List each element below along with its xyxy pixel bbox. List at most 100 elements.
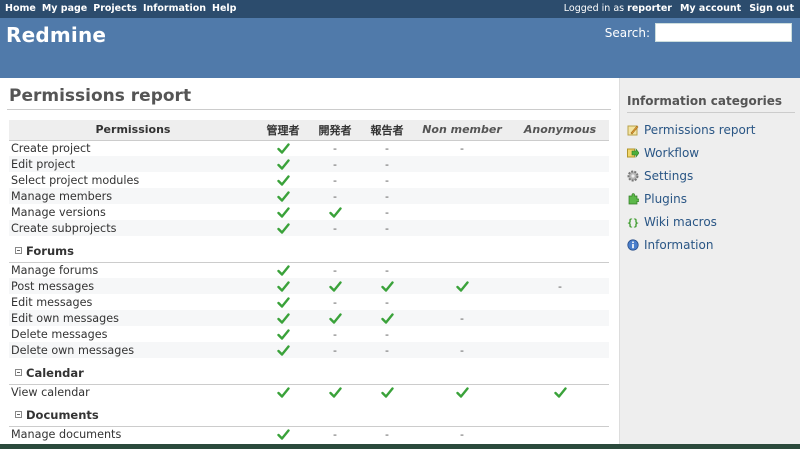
sidebar-item-label[interactable]: Workflow xyxy=(644,146,699,160)
permission-dash[interactable]: - xyxy=(361,172,413,188)
checkmark-icon[interactable] xyxy=(361,384,413,400)
permission-dash[interactable]: - xyxy=(413,426,511,442)
checkmark-icon[interactable] xyxy=(257,326,309,342)
checkmark-icon[interactable] xyxy=(309,278,361,294)
checkmark-icon[interactable] xyxy=(257,342,309,358)
checkmark-icon[interactable] xyxy=(309,310,361,326)
my-account-link[interactable]: My account xyxy=(680,3,741,14)
checkmark-icon[interactable] xyxy=(257,220,309,236)
checkmark-icon[interactable] xyxy=(257,140,309,156)
checkmark-icon[interactable] xyxy=(257,262,309,278)
permission-name[interactable]: Manage members xyxy=(9,188,257,204)
permission-name[interactable]: Delete own messages xyxy=(9,342,257,358)
checkmark-icon[interactable] xyxy=(257,310,309,326)
column-header-role-1[interactable]: 管理者 xyxy=(257,120,309,141)
checkmark-icon[interactable] xyxy=(257,426,309,442)
permission-dash[interactable]: - xyxy=(361,326,413,342)
permission-name[interactable]: Post messages xyxy=(9,278,257,294)
permission-dash[interactable]: - xyxy=(413,310,511,326)
menu-information-link[interactable]: Information xyxy=(143,3,206,14)
column-header-anonymous[interactable]: Anonymous xyxy=(511,120,609,141)
permission-row: Manage documents - - - xyxy=(9,426,609,442)
checkmark-icon[interactable] xyxy=(257,188,309,204)
permission-dash[interactable]: - xyxy=(361,342,413,358)
checkmark-icon[interactable] xyxy=(257,204,309,220)
permission-empty-cell xyxy=(511,140,609,156)
permission-row: Manage forums - - xyxy=(9,262,609,278)
permission-dash[interactable]: - xyxy=(309,188,361,204)
sidebar-item-plugins[interactable]: Plugins xyxy=(620,187,800,210)
column-header-role-3[interactable]: 報告者 xyxy=(361,120,413,141)
sidebar-item-label[interactable]: Settings xyxy=(644,169,693,183)
permission-dash[interactable]: - xyxy=(361,294,413,310)
permission-dash[interactable]: - xyxy=(361,140,413,156)
sidebar-item-label[interactable]: Information xyxy=(644,238,713,252)
permission-dash[interactable]: - xyxy=(361,262,413,278)
sidebar-item-label[interactable]: Plugins xyxy=(644,192,687,206)
checkmark-icon[interactable] xyxy=(309,384,361,400)
checkmark-icon[interactable] xyxy=(257,294,309,310)
menu-my-page-link[interactable]: My page xyxy=(42,3,87,14)
sidebar-item-settings[interactable]: Settings xyxy=(620,164,800,187)
permission-name[interactable]: Create project xyxy=(9,140,257,156)
permission-name[interactable]: Edit project xyxy=(9,156,257,172)
permission-dash[interactable]: - xyxy=(309,220,361,236)
permission-name[interactable]: Create subprojects xyxy=(9,220,257,236)
permission-dash[interactable]: - xyxy=(309,294,361,310)
permission-dash[interactable]: - xyxy=(413,140,511,156)
permission-dash[interactable]: - xyxy=(361,156,413,172)
sidebar-list: Permissions report Workflow Settings Plu… xyxy=(620,118,800,256)
collapse-icon[interactable] xyxy=(15,410,22,418)
checkmark-icon[interactable] xyxy=(309,204,361,220)
collapse-icon[interactable] xyxy=(15,368,22,376)
permission-dash[interactable]: - xyxy=(309,140,361,156)
checkmark-icon[interactable] xyxy=(257,384,309,400)
collapse-icon[interactable] xyxy=(15,246,22,254)
permission-dash[interactable]: - xyxy=(361,426,413,442)
permission-dash[interactable]: - xyxy=(309,172,361,188)
checkmark-icon[interactable] xyxy=(511,384,609,400)
permission-empty-cell xyxy=(511,326,609,342)
permission-name[interactable]: Delete messages xyxy=(9,326,257,342)
group-header-cell: Forums xyxy=(9,236,609,263)
checkmark-icon[interactable] xyxy=(257,172,309,188)
permission-dash[interactable]: - xyxy=(361,188,413,204)
sidebar-item-label[interactable]: Wiki macros xyxy=(644,215,717,229)
search-input[interactable] xyxy=(655,23,792,42)
permission-name[interactable]: Edit messages xyxy=(9,294,257,310)
column-header-role-2[interactable]: 開発者 xyxy=(309,120,361,141)
menu-projects-link[interactable]: Projects xyxy=(93,3,137,14)
checkmark-icon[interactable] xyxy=(361,310,413,326)
checkmark-icon[interactable] xyxy=(257,156,309,172)
permission-dash[interactable]: - xyxy=(413,342,511,358)
permission-dash[interactable]: - xyxy=(309,326,361,342)
menu-help-link[interactable]: Help xyxy=(212,3,236,14)
sidebar-item-permissions-report[interactable]: Permissions report xyxy=(620,118,800,141)
menu-home-link[interactable]: Home xyxy=(5,3,36,14)
logged-in-user[interactable]: reporter xyxy=(627,3,672,14)
column-header-non-member[interactable]: Non member xyxy=(413,120,511,141)
permission-dash[interactable]: - xyxy=(309,342,361,358)
permission-dash[interactable]: - xyxy=(309,262,361,278)
sidebar-item-information[interactable]: Information xyxy=(620,233,800,256)
permission-dash[interactable]: - xyxy=(309,156,361,172)
permission-name[interactable]: Manage documents xyxy=(9,426,257,442)
permission-dash[interactable]: - xyxy=(309,426,361,442)
checkmark-icon[interactable] xyxy=(413,384,511,400)
permission-name[interactable]: Manage versions xyxy=(9,204,257,220)
permission-dash[interactable]: - xyxy=(511,278,609,294)
permission-dash[interactable]: - xyxy=(361,204,413,220)
permission-name[interactable]: Manage forums xyxy=(9,262,257,278)
sign-out-link[interactable]: Sign out xyxy=(749,3,794,14)
sidebar-item-wiki-macros[interactable]: {} Wiki macros xyxy=(620,210,800,233)
checkmark-icon[interactable] xyxy=(361,278,413,294)
permission-name[interactable]: View calendar xyxy=(9,384,257,400)
checkmark-icon[interactable] xyxy=(413,278,511,294)
permission-row: View calendar xyxy=(9,384,609,400)
sidebar-item-label[interactable]: Permissions report xyxy=(644,123,755,137)
permission-dash[interactable]: - xyxy=(361,220,413,236)
sidebar-item-workflow[interactable]: Workflow xyxy=(620,141,800,164)
checkmark-icon[interactable] xyxy=(257,278,309,294)
permission-name[interactable]: Edit own messages xyxy=(9,310,257,326)
permission-name[interactable]: Select project modules xyxy=(9,172,257,188)
